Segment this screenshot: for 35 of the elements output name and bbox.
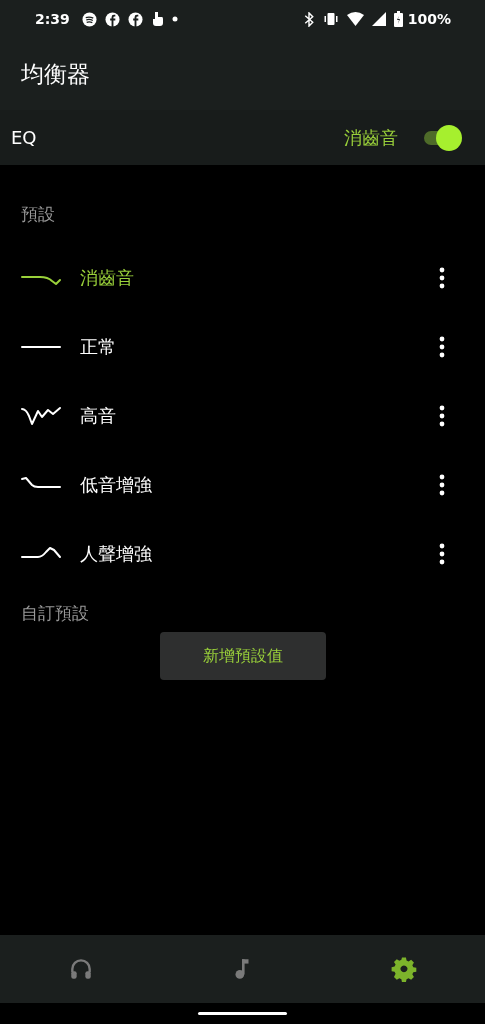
battery-icon — [393, 11, 403, 27]
battery-percentage: 100% — [407, 11, 451, 27]
preset-item[interactable]: 消齒音 — [0, 243, 485, 312]
eq-toggle[interactable] — [422, 124, 462, 151]
eq-curve-icon — [21, 406, 61, 425]
eq-label: EQ — [11, 127, 37, 148]
eq-curve-icon — [21, 546, 61, 558]
app-title: 均衡器 — [21, 59, 90, 89]
status-time: 2:39 — [35, 11, 70, 27]
preset-item[interactable]: 高音 — [0, 381, 485, 450]
settings-icon[interactable] — [391, 956, 418, 982]
facebook-icon — [104, 11, 120, 27]
section-heading: 預設 — [20, 203, 56, 226]
more-options-icon[interactable] — [439, 542, 445, 565]
eq-curve-icon — [21, 476, 61, 488]
dot-icon — [171, 16, 178, 22]
current-preset-label: 消齒音 — [344, 125, 398, 150]
preset-item[interactable]: 人聲增強 — [0, 519, 485, 588]
more-options-icon[interactable] — [439, 473, 445, 496]
facebook-icon — [127, 11, 143, 27]
more-options-icon[interactable] — [439, 335, 445, 358]
vibrate-icon — [322, 12, 339, 26]
preset-item[interactable]: 低音增強 — [0, 450, 485, 519]
spotify-icon — [81, 11, 97, 27]
signal-icon — [371, 12, 386, 26]
more-options-icon[interactable] — [439, 266, 445, 289]
preset-item[interactable]: 正常 — [0, 312, 485, 381]
wifi-icon — [346, 12, 364, 26]
add-preset-button[interactable]: 新增預設值 — [160, 632, 326, 680]
eq-curve-icon — [21, 275, 61, 285]
eq-curve-icon — [21, 345, 61, 348]
hand-icon — [150, 11, 164, 27]
more-options-icon[interactable] — [439, 404, 445, 427]
bluetooth-icon — [302, 11, 315, 27]
section-heading: 自訂預設 — [20, 602, 90, 625]
